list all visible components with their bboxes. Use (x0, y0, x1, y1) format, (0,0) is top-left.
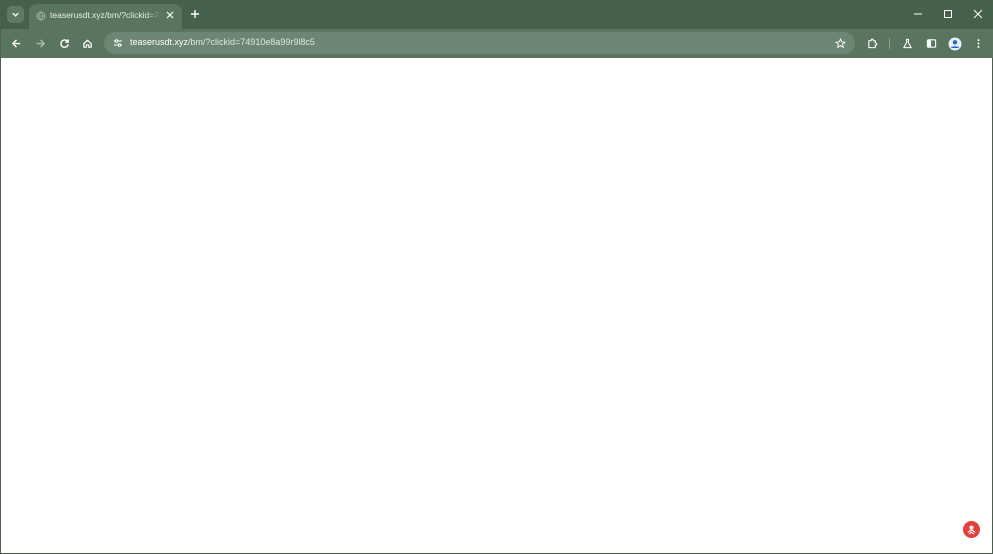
active-tab[interactable]: teaserusdt.xyz/bm/?clickid=74910e8a99r9l… (29, 4, 182, 29)
tab-close-button[interactable] (164, 9, 176, 21)
site-info-button[interactable] (111, 36, 125, 50)
tab-strip: teaserusdt.xyz/bm/?clickid=74910e8a99r9l… (1, 0, 993, 29)
reload-button[interactable] (56, 35, 73, 52)
browser-toolbar: teaserusdt.xyz/bm/?clickid=74910e8a99r9l… (1, 29, 993, 58)
arrow-left-icon (11, 38, 22, 49)
toolbar-divider (889, 38, 890, 49)
forward-button[interactable] (32, 35, 49, 52)
home-button[interactable] (79, 35, 96, 52)
url-domain: teaserusdt.xyz (130, 37, 189, 47)
menu-button[interactable] (970, 35, 987, 52)
floating-widget-button[interactable] (963, 521, 980, 538)
tab-search-button[interactable] (7, 6, 24, 23)
new-tab-button[interactable] (188, 7, 202, 21)
star-icon (834, 37, 846, 49)
back-button[interactable] (8, 35, 25, 52)
avatar-icon (948, 37, 962, 51)
profile-button[interactable] (946, 35, 963, 52)
side-panel-icon (926, 38, 937, 49)
minimize-icon (913, 9, 923, 19)
address-bar[interactable]: teaserusdt.xyz/bm/?clickid=74910e8a99r9l… (104, 32, 855, 54)
minimize-button[interactable] (910, 6, 926, 22)
arrow-right-icon (35, 38, 46, 49)
tune-icon (113, 38, 123, 48)
browser-window: teaserusdt.xyz/bm/?clickid=74910e8a99r9l… (0, 0, 993, 554)
extensions-button[interactable] (864, 35, 881, 52)
plus-icon (190, 9, 200, 19)
close-icon (973, 9, 983, 19)
bookmark-button[interactable] (833, 36, 847, 50)
puzzle-icon (867, 38, 878, 49)
url-text[interactable]: teaserusdt.xyz/bm/?clickid=74910e8a99r9l… (130, 37, 315, 47)
side-panel-button[interactable] (923, 35, 940, 52)
widget-icon (966, 524, 977, 535)
globe-icon (36, 11, 46, 21)
url-path: /bm/?clickid=74910e8a99r9l8c5 (188, 37, 315, 47)
flask-icon (902, 38, 913, 49)
tab-title: teaserusdt.xyz/bm/?clickid=74910e8a99r9l… (50, 10, 162, 20)
reload-icon (59, 38, 70, 49)
chevron-down-icon (11, 10, 20, 19)
kebab-menu-icon (973, 38, 984, 49)
page-content (2, 58, 992, 553)
close-icon (166, 11, 174, 19)
labs-button[interactable] (899, 35, 916, 52)
maximize-button[interactable] (940, 6, 956, 22)
maximize-icon (943, 9, 953, 19)
close-window-button[interactable] (970, 6, 986, 22)
home-icon (82, 38, 93, 49)
